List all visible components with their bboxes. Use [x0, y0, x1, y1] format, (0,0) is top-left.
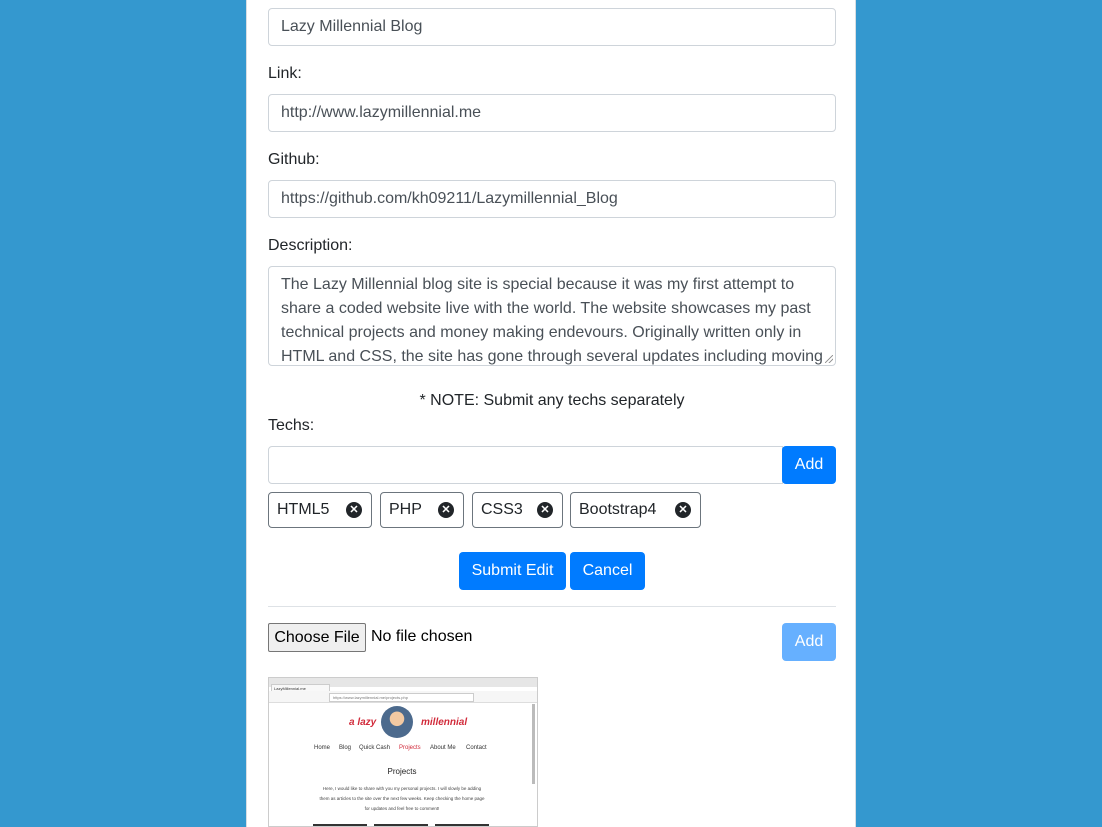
thumb-nav-home: Home: [314, 745, 331, 751]
remove-tech-icon[interactable]: ✕: [346, 502, 362, 518]
tech-tag-label: CSS3: [481, 501, 523, 518]
remove-tech-icon[interactable]: ✕: [438, 502, 454, 518]
title-input[interactable]: Lazy Millennial Blog: [268, 8, 836, 46]
remove-tech-icon[interactable]: ✕: [537, 502, 553, 518]
techs-label: Techs:: [268, 417, 315, 434]
choose-file-button[interactable]: Choose File: [268, 623, 366, 652]
tech-tag-bootstrap4: Bootstrap4 ✕: [570, 492, 701, 528]
remove-tech-icon[interactable]: ✕: [675, 502, 691, 518]
description-text: The Lazy Millennial blog site is special…: [281, 276, 823, 365]
thumb-paragraph-line: them as articles to the site over the ne…: [319, 796, 485, 801]
brand-left: a lazy: [349, 717, 377, 728]
description-textarea[interactable]: The Lazy Millennial blog site is special…: [268, 266, 836, 366]
tech-tag-php: PHP ✕: [380, 492, 464, 528]
github-input[interactable]: https://github.com/kh09211/Lazymillennia…: [268, 180, 836, 218]
thumb-nav-projects: Projects: [399, 745, 421, 751]
divider: [268, 606, 836, 607]
tech-tag-css3: CSS3 ✕: [472, 492, 563, 528]
tech-tag-label: HTML5: [277, 501, 330, 518]
thumb-paragraph-line: for updates and feel free to comment!: [364, 806, 440, 811]
thumb-heading: Projects: [387, 767, 417, 776]
add-image-button[interactable]: Add: [782, 623, 836, 661]
description-label: Description:: [268, 237, 353, 254]
browser-url: https://www.lazymillennial.me/projects.p…: [329, 693, 474, 702]
tech-tag-label: PHP: [389, 501, 422, 518]
thumb-nav-about: About Me: [430, 745, 456, 751]
tech-tag-label: Bootstrap4: [579, 501, 657, 518]
edit-project-panel: Lazy Millennial Blog Link: http://www.la…: [246, 0, 856, 827]
thumb-nav-blog: Blog: [339, 745, 352, 751]
cancel-button[interactable]: Cancel: [570, 552, 645, 590]
project-image-thumbnail: LazyMillennial.me https://www.lazymillen…: [268, 677, 538, 827]
techs-note: * NOTE: Submit any techs separately: [419, 392, 685, 409]
thumb-nav-quick-cash: Quick Cash: [359, 745, 391, 751]
link-input[interactable]: http://www.lazymillennial.me: [268, 94, 836, 132]
thumb-paragraph-line: Here, I would like to share with you my …: [322, 786, 482, 791]
brand-right: millennial: [421, 717, 468, 728]
file-status: No file chosen: [371, 628, 473, 645]
link-label: Link:: [268, 65, 302, 82]
github-label: Github:: [268, 151, 320, 168]
tech-tag-html5: HTML5 ✕: [268, 492, 372, 528]
submit-edit-button[interactable]: Submit Edit: [459, 552, 566, 590]
resize-grip-icon[interactable]: [825, 355, 833, 363]
avatar: [381, 706, 413, 738]
add-tech-button[interactable]: Add: [782, 446, 836, 484]
tech-input[interactable]: [268, 446, 783, 484]
thumb-nav-contact: Contact: [466, 745, 487, 751]
